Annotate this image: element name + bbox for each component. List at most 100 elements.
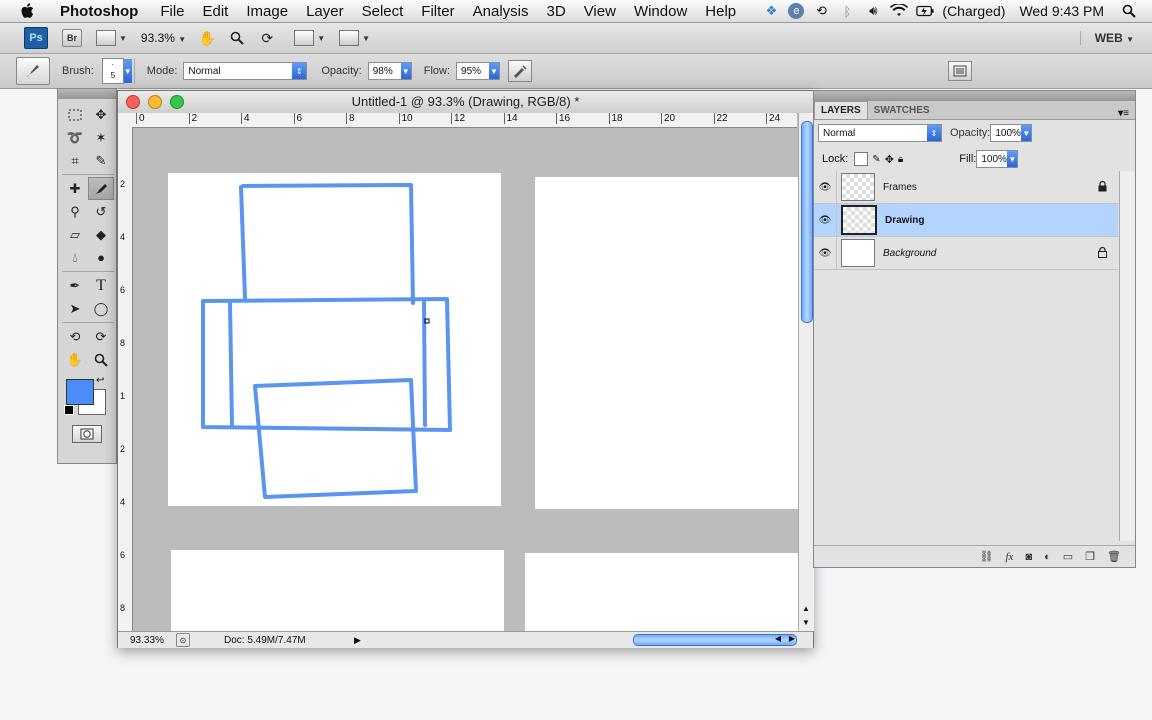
layer-opacity-field[interactable]: 100% ▼ bbox=[990, 124, 1033, 142]
wifi-icon[interactable] bbox=[890, 3, 909, 19]
zoom-level[interactable]: 93.3% ▼ bbox=[141, 31, 186, 45]
horizontal-scroll-thumb[interactable] bbox=[632, 634, 797, 646]
airbrush-toggle-icon[interactable] bbox=[508, 60, 533, 82]
menu-3d[interactable]: 3D bbox=[538, 3, 575, 20]
layer-row-background[interactable]: 👁︎ Background bbox=[814, 237, 1118, 270]
mode-dropdown[interactable]: Normal ⇕ bbox=[183, 62, 308, 80]
menu-edit[interactable]: Edit bbox=[194, 3, 238, 20]
marquee-tool-icon[interactable] bbox=[62, 103, 88, 126]
menu-analysis[interactable]: Analysis bbox=[464, 3, 538, 20]
type-tool-icon[interactable]: T bbox=[88, 274, 114, 297]
workspace-switcher[interactable]: WEB ▼ bbox=[1079, 31, 1134, 45]
canvas-area[interactable] bbox=[133, 128, 798, 631]
battery-icon[interactable] bbox=[916, 3, 934, 19]
toggle-brush-panel-icon[interactable] bbox=[948, 61, 972, 81]
eyedropper-tool-icon[interactable]: ✎ bbox=[88, 149, 114, 172]
lock-transparent-icon[interactable] bbox=[854, 152, 869, 166]
rotate-view-icon[interactable]: ⟳ bbox=[258, 29, 276, 47]
blur-tool-icon[interactable]: 💧︎ bbox=[62, 246, 88, 269]
paint-bucket-tool-icon[interactable]: ◆ bbox=[88, 223, 114, 246]
scroll-down-icon[interactable]: ▼ bbox=[802, 618, 810, 627]
opacity-field[interactable]: 98% ▼ bbox=[367, 62, 412, 80]
menu-view[interactable]: View bbox=[575, 3, 625, 20]
scroll-left-icon[interactable]: ◀ bbox=[775, 634, 781, 643]
app-menu[interactable]: Photoshop bbox=[48, 3, 151, 20]
lock-position-icon[interactable]: ✥ bbox=[885, 153, 894, 166]
pen-tool-icon[interactable]: ✒ bbox=[62, 274, 88, 297]
document-title-bar[interactable]: Untitled-1 @ 93.3% (Drawing, RGB/8) * bbox=[118, 91, 813, 114]
tab-swatches[interactable]: SWATCHES bbox=[868, 102, 936, 119]
history-brush-tool-icon[interactable]: ↺ bbox=[88, 200, 114, 223]
panel-menu-icon[interactable]: ▾≡ bbox=[1118, 108, 1135, 119]
visibility-eye-icon[interactable]: 👁︎ bbox=[814, 237, 837, 269]
move-tool-icon[interactable]: ✥ bbox=[88, 103, 114, 126]
menu-image[interactable]: Image bbox=[237, 3, 297, 20]
healing-brush-tool-icon[interactable]: ✚ bbox=[62, 177, 88, 200]
hand-tool-icon[interactable]: ✋ bbox=[62, 348, 88, 371]
lasso-tool-icon[interactable]: ➰ bbox=[62, 126, 88, 149]
zoom-tool-icon[interactable] bbox=[88, 348, 114, 371]
scroll-up-icon[interactable]: ▲ bbox=[802, 604, 810, 613]
tab-layers[interactable]: LAYERS bbox=[814, 101, 868, 119]
brush-tool-icon[interactable] bbox=[88, 177, 114, 200]
spotlight-icon[interactable] bbox=[1120, 3, 1138, 19]
dropbox-icon[interactable]: ❖ bbox=[762, 3, 780, 19]
bluetooth-icon[interactable]: ᛒ bbox=[838, 3, 856, 19]
fill-field[interactable]: 100% ▼ bbox=[976, 150, 1019, 168]
blend-mode-dropdown[interactable]: Normal ⇕ bbox=[818, 124, 942, 142]
clone-stamp-tool-icon[interactable]: ⚲ bbox=[62, 200, 88, 223]
3d-rotate-tool-icon[interactable]: ⟲ bbox=[62, 325, 88, 348]
menu-select[interactable]: Select bbox=[353, 3, 413, 20]
path-selection-tool-icon[interactable]: ➤ bbox=[62, 297, 88, 320]
layer-row-drawing[interactable]: 👁︎ Drawing bbox=[814, 204, 1118, 237]
vertical-ruler[interactable]: 2 4 6 8 1 2 4 6 8 bbox=[118, 127, 133, 631]
horizontal-ruler[interactable]: 0 2 4 6 8 10 12 14 16 18 20 22 24 bbox=[132, 113, 797, 128]
delete-layer-icon[interactable]: 🗑︎ bbox=[1107, 550, 1121, 563]
apple-icon[interactable] bbox=[18, 2, 36, 20]
status-menu-arrow-icon[interactable]: ▶ bbox=[354, 635, 361, 646]
ellipse-tool-icon[interactable]: ◯ bbox=[88, 297, 114, 320]
visibility-eye-icon[interactable]: 👁︎ bbox=[814, 171, 837, 203]
evernote-icon[interactable]: e bbox=[788, 3, 805, 19]
volume-icon[interactable]: 🔊︎ bbox=[864, 3, 882, 19]
menu-layer[interactable]: Layer bbox=[297, 3, 353, 20]
layers-panel-header[interactable] bbox=[814, 91, 1135, 101]
foreground-color-swatch[interactable] bbox=[66, 379, 94, 405]
zoom-tool-icon[interactable] bbox=[228, 29, 246, 47]
new-layer-icon[interactable]: ❐ bbox=[1085, 550, 1095, 563]
crop-tool-icon[interactable]: ⌗ bbox=[62, 149, 88, 172]
dodge-tool-icon[interactable]: ● bbox=[88, 246, 114, 269]
menubar-clock[interactable]: Wed 9:43 PM bbox=[1019, 3, 1104, 19]
add-mask-icon[interactable]: ◙ bbox=[1025, 551, 1032, 563]
flow-field[interactable]: 95% ▼ bbox=[456, 62, 501, 80]
horizontal-scrollbar[interactable]: ◀ ▶ bbox=[361, 632, 813, 648]
3d-orbit-tool-icon[interactable]: ⟳ bbox=[88, 325, 114, 348]
menu-file[interactable]: File bbox=[151, 3, 193, 20]
adjustment-layer-icon[interactable]: ◐ bbox=[1044, 551, 1051, 563]
vertical-scrollbar[interactable]: ▲ ▼ bbox=[798, 113, 814, 631]
arrange-documents-button[interactable]: ▼ bbox=[294, 30, 325, 46]
menu-window[interactable]: Window bbox=[625, 3, 696, 20]
scroll-right-icon[interactable]: ▶ bbox=[789, 634, 795, 643]
screen-mode-button[interactable]: ▼ bbox=[339, 30, 370, 46]
status-info-icon[interactable]: ⊙ bbox=[176, 633, 190, 647]
default-colors-icon[interactable] bbox=[64, 405, 74, 415]
view-extras-button[interactable]: ▼ bbox=[96, 30, 127, 46]
menu-help[interactable]: Help bbox=[696, 3, 745, 20]
brush-picker[interactable]: · 5 bbox=[101, 58, 124, 84]
hand-tool-icon[interactable]: ✋ bbox=[198, 29, 216, 47]
quick-mask-button[interactable] bbox=[72, 425, 102, 443]
tool-preset-picker[interactable] bbox=[16, 57, 50, 85]
eraser-tool-icon[interactable]: ▱ bbox=[62, 223, 88, 246]
layer-row-frames[interactable]: 👁︎ Frames bbox=[814, 171, 1118, 204]
lock-all-icon[interactable]: 🔒︎ bbox=[898, 154, 903, 165]
vertical-scroll-thumb[interactable] bbox=[801, 121, 813, 323]
magic-wand-tool-icon[interactable]: ✶ bbox=[88, 126, 114, 149]
menu-filter[interactable]: Filter bbox=[412, 3, 463, 20]
ruler-origin[interactable] bbox=[118, 113, 133, 128]
visibility-eye-icon[interactable]: 👁︎ bbox=[814, 204, 837, 236]
layer-style-icon[interactable]: fx bbox=[1005, 551, 1013, 563]
layers-scrollbar[interactable] bbox=[1119, 171, 1135, 541]
time-machine-icon[interactable]: ⟲ bbox=[812, 3, 830, 19]
new-group-icon[interactable]: ▭ bbox=[1063, 550, 1073, 563]
